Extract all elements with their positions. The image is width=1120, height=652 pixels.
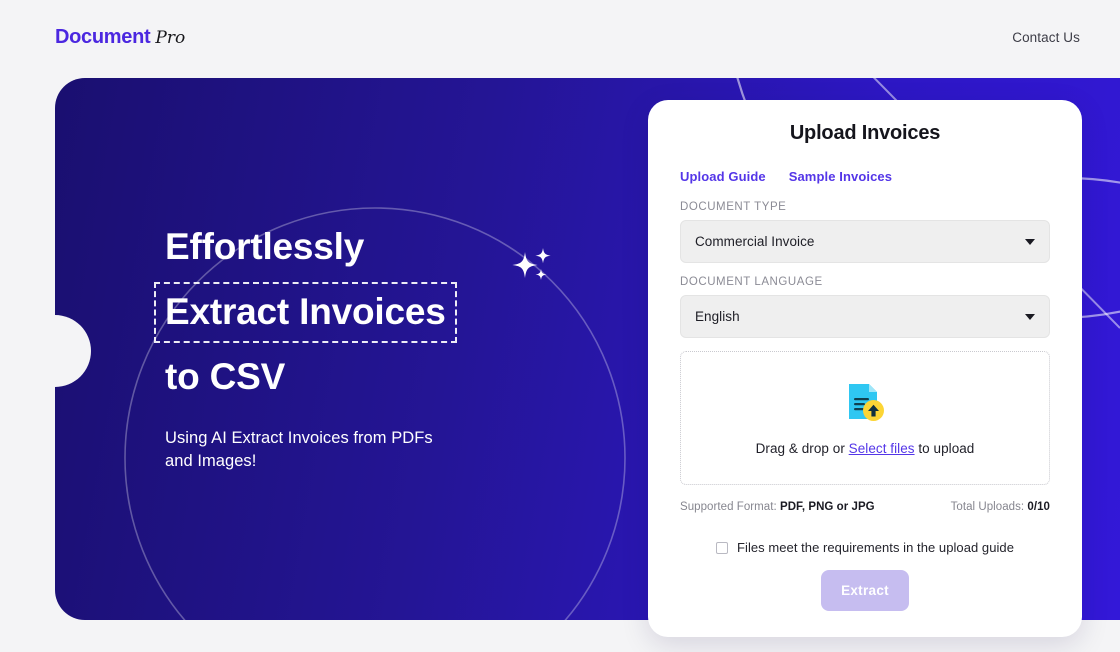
document-language-value: English — [695, 309, 740, 324]
logo-text-main: Document — [55, 25, 151, 48]
supported-format-value: PDF, PNG or JPG — [779, 501, 875, 513]
dropzone-text-before: Drag & drop or — [755, 440, 849, 456]
hero-edge-notch — [55, 315, 91, 387]
supported-format-info: Supported Format: PDF, PNG or JPG — [680, 501, 875, 513]
site-header: Document Pro Contact Us — [0, 0, 1120, 74]
logo-text-accent: Pro — [155, 27, 186, 48]
upload-guide-link[interactable]: Upload Guide — [680, 169, 766, 184]
document-type-label: DOCUMENT TYPE — [680, 201, 787, 213]
card-title: Upload Invoices — [789, 122, 941, 144]
extract-button-wrap: Extract — [680, 570, 1050, 611]
total-uploads-value: 0/10 — [1027, 501, 1050, 513]
extract-button[interactable]: Extract — [821, 570, 909, 611]
document-type-value: Commercial Invoice — [695, 234, 815, 249]
dropzone-text-after: to upload — [914, 440, 975, 456]
sample-invoices-link[interactable]: Sample Invoices — [789, 169, 892, 184]
chevron-down-icon — [1025, 238, 1035, 245]
upload-meta-row: Supported Format: PDF, PNG or JPG Total … — [680, 501, 1050, 513]
requirements-checkbox-label: Files meet the requirements in the uploa… — [737, 540, 1014, 555]
document-type-select[interactable]: Commercial Invoice — [680, 220, 1050, 263]
chevron-down-icon — [1025, 313, 1035, 320]
select-files-link[interactable]: Select files — [849, 441, 915, 456]
hero-content: Effortlessly Extract Invoices to CSV Usi… — [154, 226, 551, 474]
dropzone-text: Drag & drop or Select files to upload — [756, 441, 975, 456]
sparkles-icon — [510, 248, 556, 288]
hero-heading-line-3: to CSV — [165, 356, 286, 397]
hero-subtitle: Using AI Extract Invoices from PDFs and … — [165, 429, 433, 471]
contact-us-link[interactable]: Contact Us — [1012, 30, 1080, 45]
document-language-label: DOCUMENT LANGUAGE — [680, 276, 823, 288]
card-links: Upload Guide Sample Invoices — [680, 169, 1050, 184]
file-dropzone[interactable]: Drag & drop or Select files to upload — [680, 351, 1050, 485]
hero-heading-line-2-boxed: Extract Invoices — [154, 282, 457, 343]
total-uploads-info: Total Uploads: 0/10 — [951, 501, 1050, 513]
total-uploads-label: Total Uploads: — [950, 501, 1028, 513]
requirements-checkbox[interactable] — [716, 541, 729, 554]
document-upload-icon — [845, 381, 885, 428]
supported-format-label: Supported Format: — [680, 501, 780, 513]
requirements-check-row: Files meet the requirements in the uploa… — [680, 540, 1050, 555]
brand-logo[interactable]: Document Pro — [55, 26, 185, 49]
document-language-select[interactable]: English — [680, 295, 1050, 338]
hero-heading-line-1: Effortlessly — [165, 226, 365, 267]
upload-invoices-card: Upload Invoices Upload Guide Sample Invo… — [648, 100, 1082, 637]
